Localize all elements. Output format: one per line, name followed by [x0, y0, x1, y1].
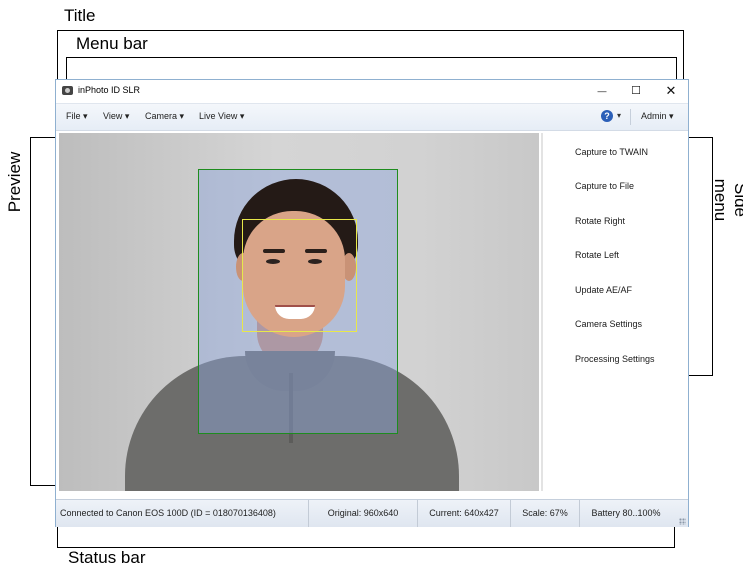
title-bracket-top	[57, 30, 683, 31]
menu-view[interactable]: View ▾	[103, 111, 129, 122]
annotation-status-bar: Status bar	[68, 548, 146, 567]
capture-to-twain-button[interactable]: Capture to TWAIN	[575, 147, 648, 157]
status-scale: Scale: 67%	[511, 500, 580, 527]
annotation-side-menu: Side menu	[711, 178, 743, 222]
rotate-left-button[interactable]: Rotate Left	[575, 250, 619, 260]
sidemenu-bracket-right	[712, 137, 713, 375]
camera-settings-button[interactable]: Camera Settings	[575, 319, 642, 329]
capture-to-file-button[interactable]: Capture to File	[575, 181, 634, 191]
status-current-size: Current: 640x427	[418, 500, 511, 527]
menu-bar: File ▾ View ▾ Camera ▾ Live View ▾ ? ▾ A…	[56, 103, 688, 131]
head-detection-frame[interactable]	[242, 219, 357, 332]
menubar-bracket-top	[66, 57, 676, 58]
menu-live-view[interactable]: Live View ▾	[199, 111, 244, 122]
annotation-title: Title	[64, 6, 96, 25]
statusbar-bracket-bottom	[57, 547, 675, 548]
preview-divider	[541, 133, 543, 491]
menu-camera[interactable]: Camera ▾	[145, 111, 184, 122]
annotation-menu-bar: Menu bar	[76, 34, 148, 53]
title-bar: inPhoto ID SLR — ☐ ✕	[56, 80, 688, 102]
camera-icon	[62, 86, 73, 95]
menu-separator	[630, 109, 631, 125]
camera-preview[interactable]	[59, 133, 539, 491]
maximize-button[interactable]: ☐	[621, 82, 651, 100]
window-title: inPhoto ID SLR	[78, 85, 141, 95]
annotation-preview: Preview	[5, 151, 24, 213]
status-bar: Connected to Canon EOS 100D (ID = 018070…	[56, 499, 688, 527]
help-icon[interactable]: ?	[601, 110, 613, 122]
minimize-button[interactable]: —	[587, 82, 617, 100]
rotate-right-button[interactable]: Rotate Right	[575, 216, 625, 226]
status-original-size: Original: 960x640	[309, 500, 418, 527]
close-button[interactable]: ✕	[656, 82, 686, 100]
update-ae-af-button[interactable]: Update AE/AF	[575, 285, 632, 295]
menu-file[interactable]: File ▾	[66, 111, 88, 122]
status-connection: Connected to Canon EOS 100D (ID = 018070…	[56, 500, 309, 527]
processing-settings-button[interactable]: Processing Settings	[575, 354, 655, 364]
menu-admin[interactable]: Admin ▾	[641, 111, 674, 122]
resize-grip-icon[interactable]	[679, 518, 686, 525]
preview-bracket-left	[30, 137, 31, 485]
status-battery: Battery 80..100%	[591, 508, 661, 518]
help-dropdown-caret[interactable]: ▾	[617, 111, 621, 120]
app-window: inPhoto ID SLR — ☐ ✕ File ▾ View ▾ Camer…	[55, 79, 689, 527]
